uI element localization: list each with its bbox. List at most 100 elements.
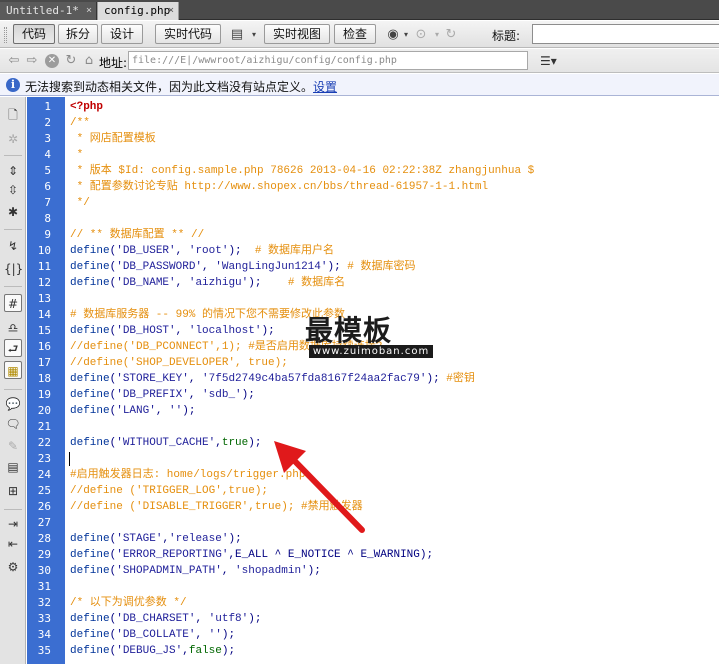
line-number: 7: [44, 196, 51, 209]
chevron-down-icon[interactable]: ▾: [245, 26, 263, 43]
apply-comment-icon[interactable]: 💬: [4, 395, 22, 413]
syntax-coloring-icon[interactable]: ▦: [4, 361, 22, 379]
document-title-input[interactable]: [532, 24, 719, 44]
code-token: /**: [70, 117, 90, 129]
code-token: 'DB_CHARSET': [116, 613, 196, 625]
code-token: );: [221, 645, 236, 657]
line-number: 14: [37, 308, 51, 321]
code-line: define('LANG', '');: [70, 403, 195, 419]
code-token: # 数据库服务器 -- 99% 的情况下您不需要修改此参数: [70, 309, 346, 321]
home-icon[interactable]: ⌂: [80, 52, 98, 70]
refresh-icon[interactable]: ↻: [62, 52, 80, 70]
code-token: true: [221, 437, 249, 449]
word-wrap-icon[interactable]: ⮐: [4, 339, 22, 357]
refresh-icon[interactable]: ↻: [442, 26, 460, 43]
move-css-icon[interactable]: ⊞: [4, 482, 22, 500]
line-number: 10: [37, 244, 51, 257]
line-number: 13: [37, 292, 51, 305]
code-line: //define ('DISABLE_TRIGGER',true); #禁用触发…: [70, 499, 363, 515]
code-line: define('DB_PREFIX', 'sdb_');: [70, 387, 255, 403]
code-line: define('DB_NAME', 'aizhigu'); # 数据库名: [70, 275, 345, 291]
info-icon: i: [6, 78, 20, 92]
code-line: // ** 数据库配置 ** //: [70, 227, 204, 243]
split-view-button[interactable]: 拆分: [58, 24, 98, 44]
line-number: 34: [37, 628, 51, 641]
expand-all-icon[interactable]: ✱: [4, 203, 22, 221]
code-line: define('ERROR_REPORTING',E_ALL ^ E_NOTIC…: [70, 547, 433, 563]
close-icon[interactable]: ×: [86, 2, 92, 20]
line-number: 5: [44, 164, 51, 177]
code-line: /* 以下为调优参数 */: [70, 595, 187, 611]
indent-code-icon[interactable]: ⇥: [4, 515, 22, 533]
line-number: 24: [37, 468, 51, 481]
line-number: 22: [37, 436, 51, 449]
browser-navigation-bar: ⇦ ⇨ ✕ ↻ ⌂ 地址: file:///E|/wwwroot/aizhigu…: [0, 49, 719, 73]
code-editor[interactable]: <?php /** * 网店配置模板 * * 版本 $Id: config.sam…: [65, 97, 719, 664]
back-icon[interactable]: ⇦: [5, 52, 23, 70]
code-token: define: [70, 389, 110, 401]
code-line: # 数据库服务器 -- 99% 的情况下您不需要修改此参数: [70, 307, 345, 323]
collapse-selection-icon[interactable]: ⇳: [4, 181, 22, 199]
collapse-full-tag-icon[interactable]: ⇕: [4, 162, 22, 180]
line-number-gutter: 1 2 3 4 5 6 7 8 9 10 11 12 13 14 15 16 17 18 19 20 21 22 23 24 2…: [27, 97, 65, 664]
code-token: '': [208, 629, 222, 641]
view-options-icon[interactable]: ☰▾: [540, 52, 562, 70]
code-token: 'DB_USER': [116, 245, 176, 257]
code-token: define: [70, 629, 110, 641]
code-token: ,: [195, 629, 209, 641]
address-field[interactable]: file:///E|/wwwroot/aizhigu/config/config…: [128, 51, 528, 70]
code-view-button[interactable]: 代码: [13, 24, 55, 44]
code-line: * 版本 $Id: config.sample.php 78626 2013-0…: [70, 163, 535, 179]
wrap-tag-icon[interactable]: ✎: [4, 437, 22, 455]
line-number: 35: [37, 644, 51, 657]
show-code-navigator-icon[interactable]: ✲: [4, 130, 22, 148]
code-token: define: [70, 261, 110, 273]
title-label: 标题:: [492, 29, 521, 43]
line-number: 21: [37, 420, 51, 433]
tab-untitled-1[interactable]: Untitled-1* ×: [0, 2, 97, 20]
toolbar-grip[interactable]: [4, 27, 7, 43]
document-tab-bar: Untitled-1* × config.php ×: [0, 0, 719, 20]
open-documents-icon[interactable]: 🗋: [4, 106, 22, 124]
highlight-invalid-code-icon[interactable]: ♎: [4, 319, 22, 337]
remove-comment-icon[interactable]: 🗨: [4, 415, 22, 433]
line-numbers-icon[interactable]: #: [4, 294, 22, 312]
line-number: 3: [44, 132, 51, 145]
watermark-title: 最模板: [305, 314, 393, 347]
code-token: define: [70, 549, 110, 561]
inspect-button[interactable]: 检查: [334, 24, 376, 44]
format-source-code-icon[interactable]: ⚙: [4, 558, 22, 576]
code-token: define: [70, 533, 110, 545]
code-token: # 数据库密码: [347, 261, 416, 273]
forward-icon[interactable]: ⇨: [23, 52, 41, 70]
setup-link[interactable]: 设置: [313, 80, 337, 94]
code-token: *: [70, 149, 84, 161]
tab-config-php[interactable]: config.php ×: [97, 2, 179, 20]
line-number: 8: [44, 212, 51, 225]
live-code-button[interactable]: 实时代码: [155, 24, 221, 44]
live-view-button[interactable]: 实时视图: [264, 24, 330, 44]
code-line: #启用触发器日志: home/logs/trigger.php: [70, 467, 305, 483]
address-label: 地址:: [99, 56, 128, 70]
stop-icon[interactable]: ✕: [45, 54, 59, 68]
code-token: 'DB_COLLATE': [116, 629, 196, 641]
code-token: /* 以下为调优参数 */: [70, 597, 187, 609]
code-token: define: [70, 437, 110, 449]
line-number: 29: [37, 548, 51, 561]
design-view-button[interactable]: 设计: [101, 24, 143, 44]
balance-braces-icon[interactable]: {|}: [4, 260, 23, 278]
outdent-code-icon[interactable]: ⇤: [4, 535, 22, 553]
code-token: 'utf8': [208, 613, 249, 625]
code-token: );: [248, 437, 262, 449]
line-number: 17: [37, 356, 51, 369]
line-number: 25: [37, 484, 51, 497]
tab-label: config.php: [104, 4, 171, 17]
select-parent-tag-icon[interactable]: ↯: [4, 237, 22, 255]
recent-snippets-icon[interactable]: ▤: [4, 458, 22, 476]
close-icon[interactable]: ×: [168, 2, 174, 20]
line-number: 11: [37, 260, 51, 273]
code-token: 'DB_PASSWORD': [116, 261, 203, 273]
file-management-icon[interactable]: ▤: [228, 26, 246, 43]
code-token: );: [426, 373, 447, 385]
code-token: );: [182, 405, 196, 417]
